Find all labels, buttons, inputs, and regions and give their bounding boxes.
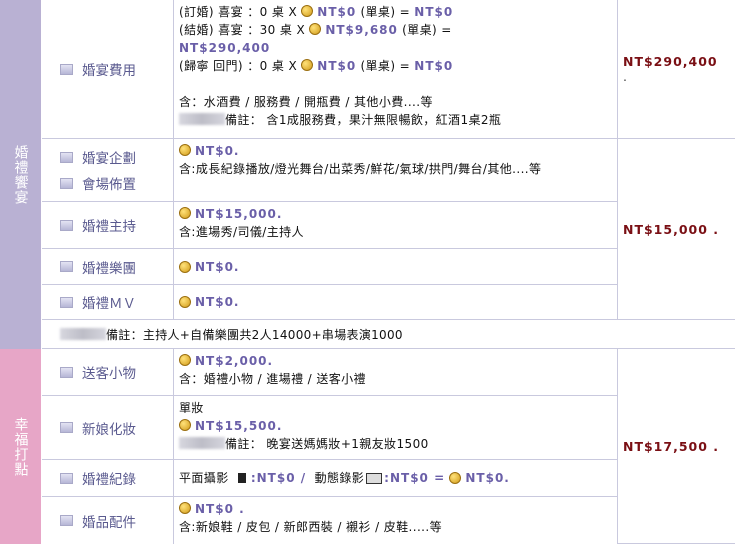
row-label-host: 婚禮主持 — [42, 202, 174, 249]
redacted-name — [179, 437, 225, 449]
row-label-band: 婚禮樂團 — [42, 249, 174, 285]
banquet-remark: 備註： 含1成服務費，果汁無限暢飲，紅酒1桌2瓶 — [179, 111, 612, 129]
host-details: NT$15,000. 含:進場秀/司儀/主持人 — [174, 202, 618, 249]
coin-icon — [179, 354, 191, 366]
section-title: 幸福打點 — [12, 416, 29, 477]
bullet-icon — [60, 422, 73, 433]
record-details: 平面攝影 :NT$0 / 動態錄影 :NT$0 = NT$0. — [174, 460, 618, 497]
row-label-planning: 婚宴企劃 會場佈置 — [42, 139, 174, 202]
mv-details: NT$0. — [174, 285, 618, 320]
planning-details: NT$0. 含:成長紀錄播放/燈光舞台/出菜秀/鮮花/氣球/拱門/舞台/其他..… — [174, 139, 618, 202]
row-label-makeup: 新娘化妝 — [42, 396, 174, 460]
coin-icon — [449, 472, 462, 484]
bullet-icon — [60, 261, 73, 272]
coin-icon — [179, 207, 191, 219]
bullet-icon — [60, 296, 73, 308]
bullet-icon — [60, 177, 73, 189]
bullet-icon — [60, 63, 73, 75]
coin-icon — [179, 419, 191, 431]
redacted-name — [60, 328, 106, 340]
section1-note: 備註：主持人+自備樂團共2人14000+串場表演1000 — [42, 320, 735, 349]
band-details: NT$0. — [174, 249, 618, 285]
label-text: 婚宴費用 — [82, 63, 136, 79]
bullet-icon — [60, 366, 73, 378]
bullet-icon — [60, 219, 73, 231]
coin-icon — [309, 23, 322, 35]
banquet-includes: 含：水酒費 / 服務費 / 開瓶費 / 其他小費....等 — [179, 95, 433, 109]
bullet-icon — [60, 472, 73, 484]
gift-details: NT$2,000. 含：婚禮小物 / 進場禮 / 送客小禮 — [174, 349, 618, 396]
coin-icon — [301, 59, 314, 71]
row-label-mv: 婚禮ＭＶ — [42, 285, 174, 320]
coin-icon — [301, 5, 314, 17]
banquet-details: (訂婚) 喜宴 ：0 桌 X NT$0 (單桌) = NT$0 (結婚) 喜宴 … — [174, 0, 618, 139]
engagement-line: (訂婚) 喜宴 ：0 桌 X NT$0 (單桌) = NT$0 — [179, 5, 454, 19]
row-label-record: 婚禮紀錄 — [42, 460, 174, 497]
video-camera-icon — [366, 472, 383, 484]
film-icon — [234, 473, 249, 483]
coin-icon — [179, 260, 191, 273]
wedding-line: (結婚) 喜宴 ：30 桌 X NT$9,680 (單桌) = NT$290,40… — [179, 23, 452, 55]
banquet-total: NT$290,400 . — [618, 0, 735, 139]
section-wedding-banquet: 婚禮饗宴 — [0, 0, 42, 349]
return-line: (歸寧 回門) ：0 桌 X NT$0 (單桌) = NT$0 — [179, 59, 454, 73]
wedding-price-table: 婚禮饗宴 婚宴費用 (訂婚) 喜宴 ：0 桌 X NT$0 (單桌) = NT$… — [0, 0, 735, 544]
goods-details: NT$0 . 含:新娘鞋 / 皮包 / 新郎西裝 / 襯衫 / 皮鞋.....等 — [174, 497, 618, 544]
makeup-details: 單妝 NT$15,500. 備註： 晚宴送媽媽妝+1親友妝1500 — [174, 396, 618, 460]
coin-icon — [179, 144, 191, 156]
section-happy-preparation: 幸福打點 — [0, 349, 42, 544]
row-label-goods: 婚品配件 — [42, 497, 174, 544]
section2-total: NT$17,500 . — [618, 349, 735, 544]
bullet-icon — [60, 151, 73, 163]
host-group-total: NT$15,000 . — [618, 139, 735, 320]
section-title: 婚禮饗宴 — [12, 144, 29, 205]
bullet-icon — [60, 515, 73, 526]
coin-icon — [179, 502, 191, 514]
redacted-name — [179, 113, 225, 125]
row-label-gift: 送客小物 — [42, 349, 174, 396]
coin-icon — [179, 296, 191, 308]
row-label-banquet: 婚宴費用 — [42, 0, 174, 139]
